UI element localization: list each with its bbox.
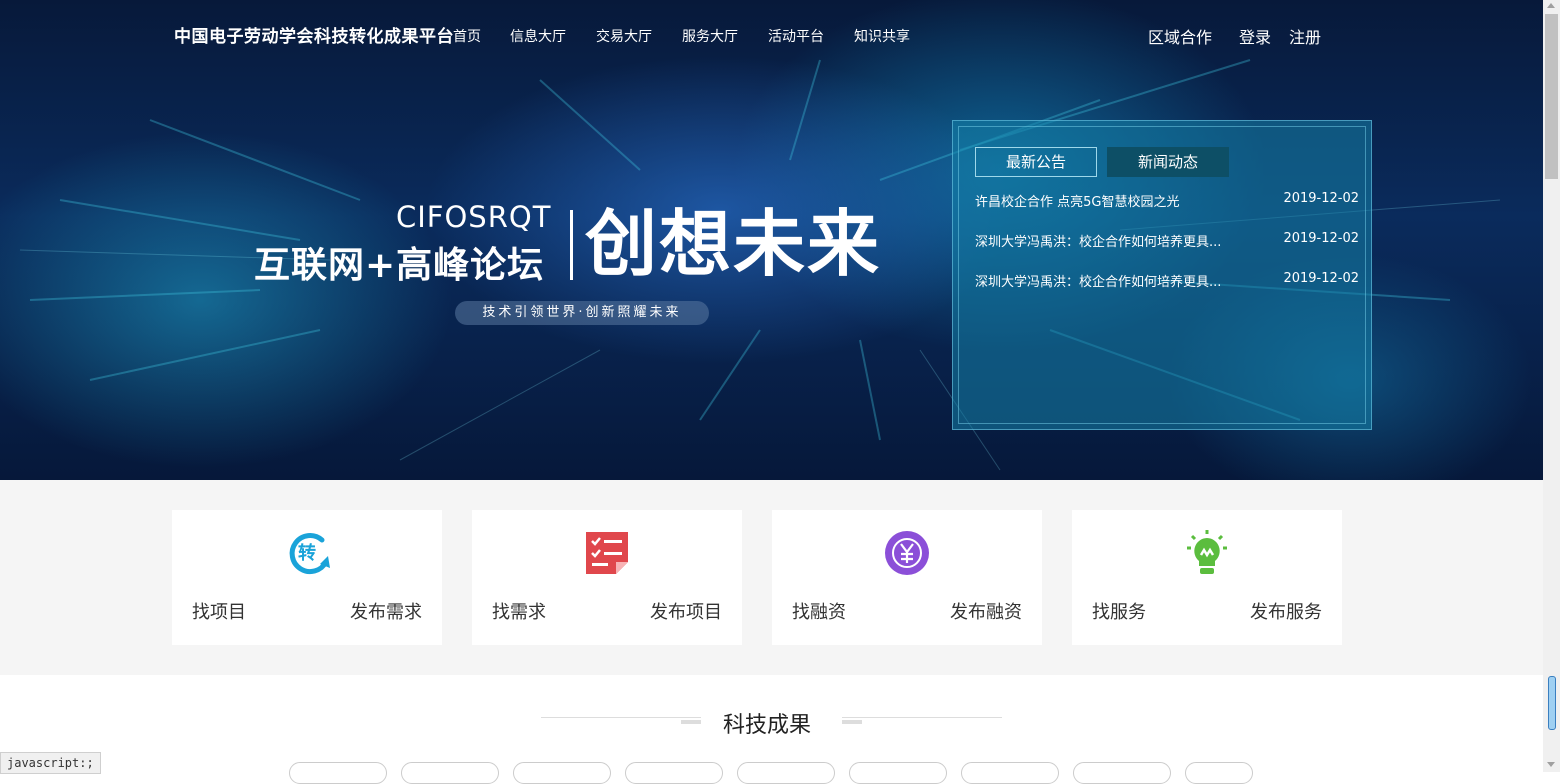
banner-chinese-title: 互联网+高峰论坛 — [254, 245, 545, 286]
vertical-scrollbar[interactable] — [1543, 0, 1560, 772]
lightbulb-icon — [1187, 530, 1227, 574]
svg-text:转: 转 — [298, 542, 316, 564]
news-item-date: 2019-12-02 — [1283, 271, 1359, 286]
news-item-date: 2019-12-02 — [1283, 191, 1359, 206]
category-pill[interactable] — [1185, 762, 1253, 784]
news-item-title[interactable]: 深圳大学冯禹洪：校企合作如何培养更具... — [975, 271, 1245, 290]
news-item[interactable]: 许昌校企合作 点亮5G智慧校园之光 2019-12-02 — [975, 191, 1359, 211]
checklist-icon — [586, 532, 628, 574]
section-divider-left — [541, 717, 701, 718]
find-demand-link[interactable]: 找需求 — [492, 598, 546, 624]
nav-item-service-hall[interactable]: 服务大厅 — [682, 26, 738, 46]
find-service-link[interactable]: 找服务 — [1092, 598, 1146, 624]
service-card-financing: 找融资 发布融资 — [772, 510, 1042, 645]
category-pill[interactable] — [1073, 762, 1171, 784]
section-dash-right — [842, 720, 862, 724]
scrollbar-thumb[interactable] — [1545, 14, 1558, 179]
banner-slogan: 技术引领世界·创新照耀未来 — [455, 301, 709, 325]
region-cooperation-link[interactable]: 区域合作 — [1148, 24, 1212, 48]
section-title: 科技成果 — [723, 713, 812, 738]
tech-achievements-section: 科技成果 — [0, 675, 1543, 772]
category-pill[interactable] — [737, 762, 835, 784]
section-divider-right — [842, 717, 1002, 718]
news-panel-inner: 最新公告 新闻动态 许昌校企合作 点亮5G智慧校园之光 2019-12-02 深… — [958, 126, 1366, 424]
tab-news-updates[interactable]: 新闻动态 — [1107, 147, 1229, 177]
login-link[interactable]: 登录 — [1239, 24, 1271, 48]
service-card-project: 转 找项目 发布需求 — [172, 510, 442, 645]
news-item-title[interactable]: 许昌校企合作 点亮5G智慧校园之光 — [975, 191, 1245, 210]
publish-financing-link[interactable]: 发布融资 — [950, 598, 1022, 624]
hero-banner: 中国电子劳动学会科技转化成果平台 首页 信息大厅 交易大厅 服务大厅 活动平台 … — [0, 0, 1543, 480]
nav-item-info-hall[interactable]: 信息大厅 — [510, 26, 566, 46]
category-pill[interactable] — [513, 762, 611, 784]
news-item-date: 2019-12-02 — [1283, 231, 1359, 246]
news-item[interactable]: 深圳大学冯禹洪：校企合作如何培养更具... 2019-12-02 — [975, 231, 1359, 251]
news-item[interactable]: 深圳大学冯禹洪：校企合作如何培养更具... 2019-12-02 — [975, 271, 1359, 291]
top-navigation: 中国电子劳动学会科技转化成果平台 首页 信息大厅 交易大厅 服务大厅 活动平台 … — [0, 0, 1543, 70]
nav-item-home[interactable]: 首页 — [453, 26, 481, 46]
banner-divider — [570, 210, 573, 280]
banner-english-title: CIFOSRQT — [396, 200, 552, 234]
publish-project-link[interactable]: 发布项目 — [650, 598, 722, 624]
section-dash-left — [681, 720, 701, 724]
find-financing-link[interactable]: 找融资 — [792, 598, 846, 624]
find-project-link[interactable]: 找项目 — [192, 598, 246, 624]
banner-headline: 创想未来 — [585, 202, 882, 286]
category-pill[interactable] — [961, 762, 1059, 784]
category-pill[interactable] — [289, 762, 387, 784]
tab-latest-announcements[interactable]: 最新公告 — [975, 147, 1097, 177]
service-card-demand: 找需求 发布项目 — [472, 510, 742, 645]
category-pill[interactable] — [849, 762, 947, 784]
browser-status-bar: javascript:; — [0, 752, 101, 774]
nav-item-knowledge-share[interactable]: 知识共享 — [854, 26, 910, 46]
transfer-icon: 转 — [289, 533, 330, 574]
service-card-service: 找服务 发布服务 — [1072, 510, 1342, 645]
scroll-indicator-icon — [1548, 676, 1556, 730]
news-panel: 最新公告 新闻动态 许昌校企合作 点亮5G智慧校园之光 2019-12-02 深… — [952, 120, 1372, 430]
publish-service-link[interactable]: 发布服务 — [1250, 598, 1322, 624]
nav-item-trade-hall[interactable]: 交易大厅 — [596, 26, 652, 46]
yuan-icon — [885, 531, 929, 575]
category-pill[interactable] — [401, 762, 499, 784]
publish-demand-link[interactable]: 发布需求 — [350, 598, 422, 624]
nav-item-activity-platform[interactable]: 活动平台 — [768, 26, 824, 46]
scroll-up-arrow-icon[interactable] — [1547, 3, 1555, 8]
scroll-down-arrow-icon[interactable] — [1547, 762, 1555, 767]
site-title[interactable]: 中国电子劳动学会科技转化成果平台 — [174, 22, 454, 47]
category-pill[interactable] — [625, 762, 723, 784]
news-item-title[interactable]: 深圳大学冯禹洪：校企合作如何培养更具... — [975, 231, 1245, 250]
register-link[interactable]: 注册 — [1289, 24, 1321, 48]
service-cards-section: 转 找项目 发布需求 找需求 发布项目 找融资 发布融资 找服务 发布服务 — [0, 480, 1543, 675]
